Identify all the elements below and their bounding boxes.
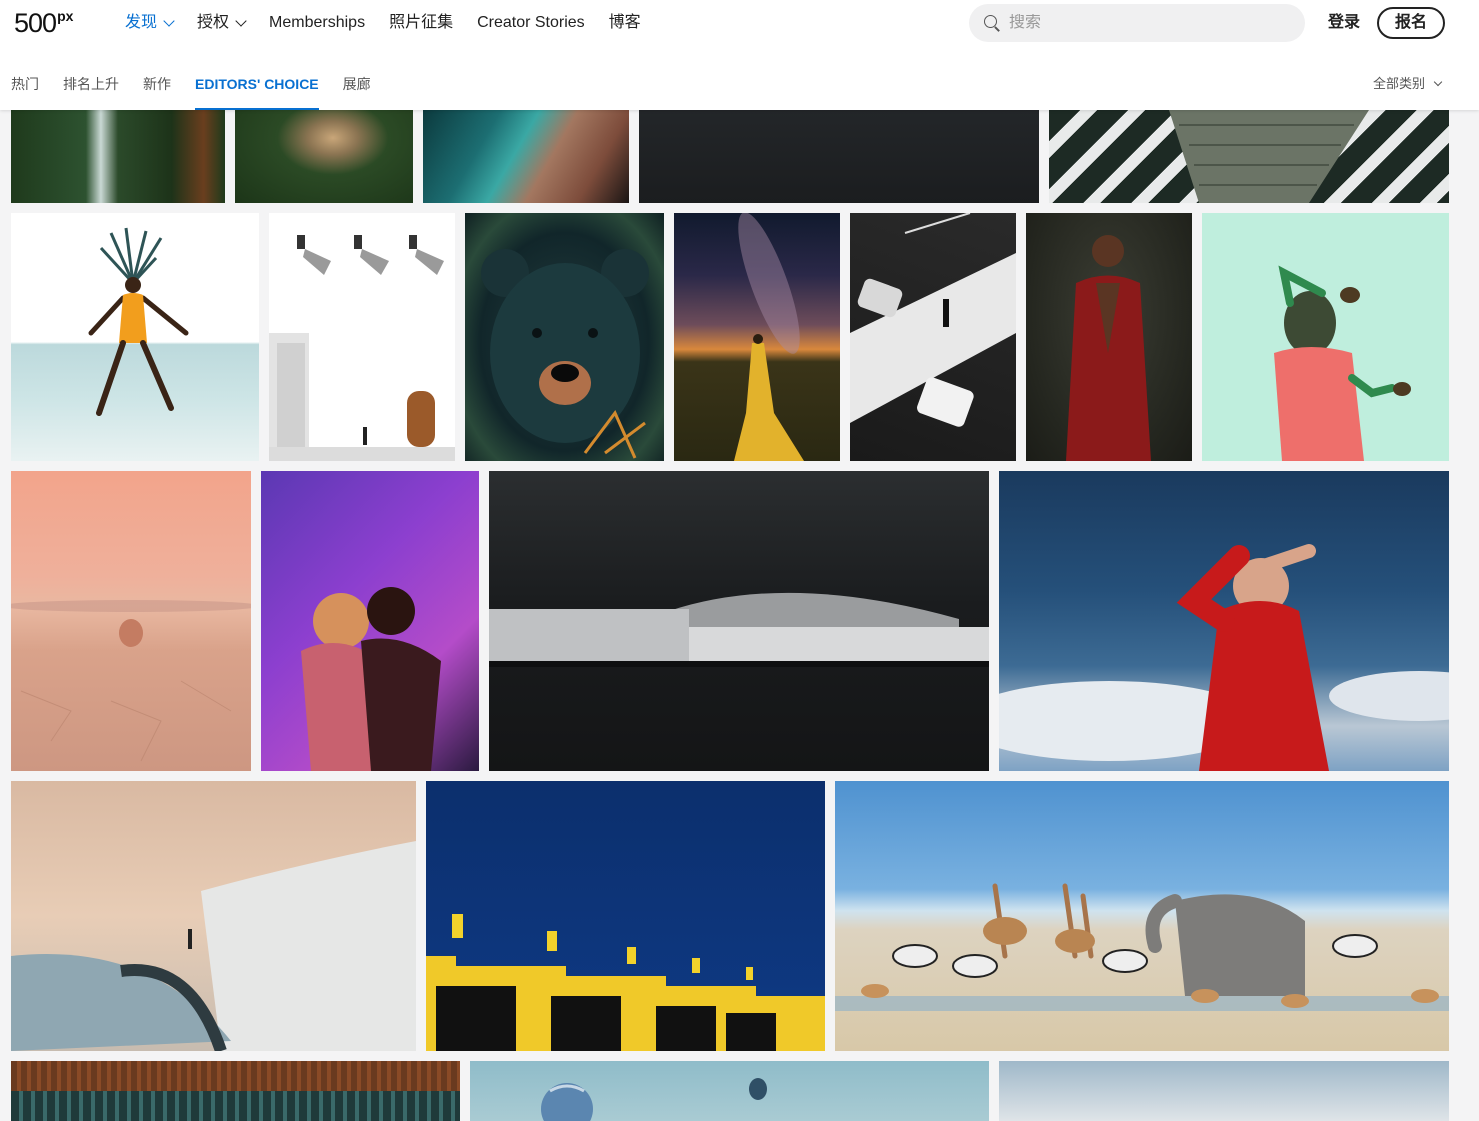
tab-upcoming[interactable]: 排名上升 bbox=[63, 74, 119, 110]
wildlife-scene bbox=[835, 883, 1449, 1011]
search-input[interactable] bbox=[1009, 14, 1289, 32]
photo-mint-green-avocado[interactable] bbox=[1202, 213, 1449, 461]
museum-dome bbox=[489, 592, 989, 667]
search-icon bbox=[983, 14, 1001, 32]
milky-way-scene bbox=[734, 213, 804, 461]
photo-temple-roof[interactable] bbox=[11, 1061, 460, 1121]
photo-cloudy-sky[interactable] bbox=[999, 1061, 1449, 1121]
nav-quests[interactable]: 照片征集 bbox=[389, 12, 453, 34]
photo-dark-water[interactable] bbox=[639, 110, 1039, 203]
nav-blog[interactable]: 博客 bbox=[609, 12, 641, 34]
nav-quests-label: 照片征集 bbox=[389, 14, 454, 31]
photo-boardwalk[interactable] bbox=[1049, 110, 1449, 203]
avocado-figure bbox=[1274, 265, 1411, 461]
boardwalk-planks bbox=[1169, 110, 1369, 203]
feed-tabs: 热门 排名上升 新作 EDITORS' CHOICE 展廊 bbox=[11, 74, 371, 110]
photo-woman-red-dress[interactable] bbox=[1026, 213, 1192, 461]
nav-blog-label: 博客 bbox=[608, 14, 641, 31]
nav-discover-label: 发现 bbox=[125, 14, 158, 31]
photo-couple-purple[interactable] bbox=[261, 471, 479, 771]
photo-curved-wall[interactable] bbox=[11, 781, 416, 1051]
main-nav: 发现 授权 Memberships 照片征集 Creator Stories 博… bbox=[125, 12, 641, 34]
photo-milky-way[interactable] bbox=[674, 213, 840, 461]
top-header: 500 px 发现 授权 Memberships 照片征集 Creator Sto… bbox=[0, 0, 1479, 110]
photo-lamps-wall[interactable] bbox=[269, 213, 455, 461]
category-label: 全部类别 bbox=[1373, 76, 1426, 91]
logo-text: 500 bbox=[14, 8, 57, 38]
photo-taxis-street[interactable] bbox=[850, 213, 1016, 461]
desert-scene bbox=[11, 600, 251, 762]
sweater-figure bbox=[999, 544, 1449, 771]
photo-louvre-abu-dhabi[interactable] bbox=[489, 471, 989, 771]
portrait-figure bbox=[1066, 235, 1151, 461]
couple-figures bbox=[301, 587, 441, 771]
nav-creator-stories-label: Creator Stories bbox=[477, 14, 585, 31]
photo-cat-in-plants[interactable] bbox=[235, 110, 413, 203]
category-dropdown[interactable]: 全部类别 bbox=[1373, 74, 1443, 94]
tab-fresh[interactable]: 新作 bbox=[143, 74, 171, 110]
photo-loading-docks[interactable] bbox=[426, 781, 825, 1051]
lamps-scene bbox=[269, 235, 455, 461]
photo-waterfall[interactable] bbox=[11, 110, 225, 203]
photo-etosha-animals[interactable] bbox=[835, 781, 1449, 1051]
photo-dancer-jump[interactable] bbox=[11, 213, 259, 461]
500px-logo[interactable]: 500 px bbox=[14, 8, 74, 38]
taxis-scene bbox=[850, 213, 1016, 427]
wall-scene bbox=[11, 841, 416, 1051]
photo-teal-portrait[interactable] bbox=[423, 110, 629, 203]
balloons bbox=[541, 1078, 767, 1121]
photo-woman-red-sweater[interactable] bbox=[999, 471, 1449, 771]
nav-licensing-label: 授权 bbox=[197, 14, 230, 31]
search-bar[interactable] bbox=[969, 4, 1305, 42]
tab-popular[interactable]: 热门 bbox=[11, 74, 39, 110]
photo-desert-figure[interactable] bbox=[11, 471, 251, 771]
signup-button[interactable]: 报名 bbox=[1377, 7, 1445, 39]
chevron-down-icon bbox=[235, 14, 247, 27]
chevron-down-icon bbox=[163, 14, 175, 27]
docks-scene bbox=[426, 914, 825, 1051]
nav-licensing[interactable]: 授权 bbox=[197, 12, 247, 34]
logo-text-small: px bbox=[57, 8, 74, 24]
nav-memberships[interactable]: Memberships bbox=[269, 12, 365, 34]
tab-galleries[interactable]: 展廊 bbox=[343, 74, 371, 110]
nav-creator-stories[interactable]: Creator Stories bbox=[477, 12, 585, 34]
chevron-down-icon bbox=[1433, 77, 1443, 87]
photo-hot-air-balloons[interactable] bbox=[470, 1061, 989, 1121]
photo-black-bear[interactable] bbox=[465, 213, 664, 461]
tab-editors-choice[interactable]: EDITORS' CHOICE bbox=[195, 74, 319, 110]
dancer-figure bbox=[88, 227, 189, 416]
login-button[interactable]: 登录 bbox=[1328, 12, 1360, 34]
bear-face bbox=[481, 249, 649, 459]
nav-memberships-label: Memberships bbox=[269, 14, 366, 31]
roof-tiles bbox=[11, 1091, 460, 1121]
nav-discover[interactable]: 发现 bbox=[125, 12, 175, 34]
